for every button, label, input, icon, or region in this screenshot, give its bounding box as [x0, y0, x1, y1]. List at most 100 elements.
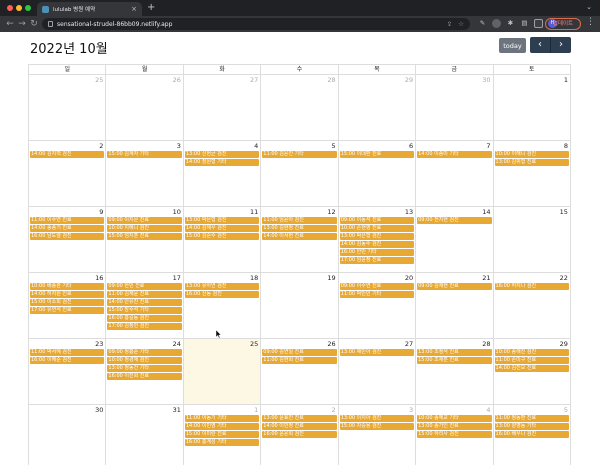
appointment-event[interactable]: 14:00 장원형 기타: [184, 159, 260, 166]
day-number[interactable]: 12: [327, 208, 335, 216]
appointment-event[interactable]: 15:00 이미란 진료: [184, 431, 260, 438]
more-menu-icon[interactable]: ⋮: [586, 17, 595, 27]
day-number[interactable]: 30: [482, 76, 490, 84]
day-number[interactable]: 17: [173, 274, 181, 282]
browser-tab[interactable]: lululab 병원 예약 ×: [37, 2, 142, 16]
day-cell[interactable]: 10 09:00 이지은 진료 10:00 지해니 검진 15:00 엄지훈 진료: [105, 207, 182, 272]
appointment-event[interactable]: 16:00 이해준 검진: [30, 357, 105, 364]
tab-search-icon[interactable]: ⌄: [586, 3, 592, 11]
appointment-event[interactable]: 09:00 김재현 진료: [417, 283, 492, 290]
appointment-event[interactable]: 10:00 송혜교 기타: [417, 415, 492, 422]
appointment-event[interactable]: 10:00 이해니 검진: [494, 151, 569, 158]
day-number[interactable]: 25: [250, 340, 258, 348]
appointment-event[interactable]: 14:00 안유진 진료: [107, 299, 182, 306]
prev-month-button[interactable]: ‹: [530, 37, 550, 53]
day-cell[interactable]: 18 13:00 유아연 검진 16:00 신동 검진: [182, 273, 260, 338]
day-number[interactable]: 14: [482, 208, 490, 216]
today-button[interactable]: today: [499, 38, 526, 53]
appointment-event[interactable]: 11:00 김현희 진료: [262, 357, 337, 364]
day-number[interactable]: 25: [95, 76, 103, 84]
day-number[interactable]: 20: [405, 274, 413, 282]
appointment-event[interactable]: 11:00 박민빈 기타: [339, 291, 415, 298]
day-cell[interactable]: 1 11:00 이동기 기타 14:00 이민영 기타 15:00 이미란 진료 16:…: [182, 405, 260, 465]
appointment-event[interactable]: 14:00 이종미 기타: [417, 151, 492, 158]
day-cell[interactable]: 5 11:00 김윤진 기타: [260, 141, 337, 206]
reading-list-icon[interactable]: ▤: [520, 19, 529, 28]
appointment-event[interactable]: 09:00 한빈 진료: [107, 283, 182, 290]
day-cell[interactable]: 19: [260, 273, 337, 338]
appointment-event[interactable]: 13:00 유아연 검진: [184, 283, 260, 290]
day-number[interactable]: 18: [250, 274, 258, 282]
appointment-event[interactable]: 10:00 지해니 검진: [107, 225, 182, 232]
day-number[interactable]: 7: [486, 142, 490, 150]
next-month-button[interactable]: ›: [550, 37, 571, 53]
appointment-event[interactable]: 15:00 조재훈 진료: [417, 357, 492, 364]
window-minimize-icon[interactable]: [16, 5, 22, 11]
appointment-event[interactable]: 13:00 채민아 검진: [339, 349, 415, 356]
appointment-event[interactable]: 16:00 홍계성 기타: [184, 439, 260, 446]
day-number[interactable]: 13: [405, 208, 413, 216]
appointment-event[interactable]: 16:00 한민 기타: [339, 249, 415, 256]
appointment-event[interactable]: 13:00 김현정 진료: [262, 225, 337, 232]
day-cell[interactable]: 1: [492, 75, 570, 140]
appointment-event[interactable]: 15:00 장수석 기타: [107, 307, 182, 314]
appointment-event[interactable]: 16:00 신동 검진: [184, 291, 260, 298]
appointment-event[interactable]: 17:00 유연석 진료: [30, 307, 105, 314]
day-cell-today[interactable]: 25: [182, 339, 261, 404]
appointment-event[interactable]: 11:00 김윤진 기타: [262, 151, 337, 158]
day-cell[interactable]: 4 10:00 송혜교 기타 13:00 송가인 진료 15:00 하리사 검진: [415, 405, 492, 465]
appointment-event[interactable]: 09:00 정흥준 기타: [107, 349, 182, 356]
day-number[interactable]: 26: [173, 76, 181, 84]
day-number[interactable]: 11: [250, 208, 258, 216]
day-cell[interactable]: 13 09:00 이동석 진료 10:00 손현영 진료 13:00 박은형 검진 14…: [337, 207, 415, 272]
day-number[interactable]: 1: [564, 76, 568, 84]
day-number[interactable]: 3: [177, 142, 181, 150]
appointment-event[interactable]: 15:00 김준수 검진: [184, 233, 260, 240]
appointment-event[interactable]: 13:00 송가인 진료: [417, 423, 492, 430]
puzzle-icon[interactable]: ✱: [506, 19, 515, 28]
appointment-event[interactable]: 16:00 윤윤희 검진: [262, 431, 337, 438]
day-number[interactable]: 27: [405, 340, 413, 348]
day-number[interactable]: 19: [327, 274, 335, 282]
day-number[interactable]: 4: [254, 142, 258, 150]
day-number[interactable]: 27: [250, 76, 258, 84]
day-number[interactable]: 16: [95, 274, 103, 282]
day-cell[interactable]: 27 13:00 채민아 검진: [337, 339, 415, 404]
appointment-event[interactable]: 13:00 신현균 검진: [184, 151, 260, 158]
share-icon[interactable]: ⇪: [447, 20, 452, 28]
day-cell[interactable]: 7 14:00 이종미 기타: [415, 141, 492, 206]
day-number[interactable]: 28: [482, 340, 490, 348]
day-cell[interactable]: 24 09:00 정흥준 기타 10:00 정경재 검진 13:00 정동건 기타 16…: [105, 339, 182, 404]
appointment-event[interactable]: 15:00 엄지훈 진료: [107, 233, 182, 240]
day-cell[interactable]: 17 09:00 한빈 진료 11:00 김재윤 진료 14:00 안유진 진료 15:…: [105, 273, 182, 338]
appointment-event[interactable]: 09:00 전지현 검진: [417, 217, 492, 224]
appointment-event[interactable]: 15:00 이대환 진료: [339, 151, 415, 158]
appointment-event[interactable]: 14:00 허지원 진료: [30, 291, 105, 298]
appointment-event[interactable]: 15:00 이소희 검진: [30, 299, 105, 306]
window-zoom-icon[interactable]: [25, 5, 31, 11]
address-bar[interactable]: sensational-strudel-86bb09.netlify.app ⇪…: [42, 18, 470, 30]
appointment-event[interactable]: 16:00 이진희 진료: [107, 373, 182, 380]
day-cell[interactable]: 25: [29, 75, 105, 140]
appointment-event[interactable]: 13:00 박은형 검진: [184, 217, 260, 224]
day-cell[interactable]: 26 09:00 김연일 진료 11:00 김현희 진료: [260, 339, 337, 404]
day-cell[interactable]: 26: [105, 75, 182, 140]
day-cell[interactable]: 6 15:00 이대환 진료: [337, 141, 415, 206]
appointment-event[interactable]: 14:00 이민영 기타: [184, 423, 260, 430]
extension-icon[interactable]: [492, 19, 501, 28]
appointment-event[interactable]: 15:00 하리사 검진: [417, 431, 492, 438]
day-number[interactable]: 2: [99, 142, 103, 150]
bookmark-star-icon[interactable]: ☆: [458, 20, 464, 28]
day-cell[interactable]: 9 11:00 이수연 진료 14:00 송종기 진료 16:00 남도렬 검진: [29, 207, 105, 272]
day-number[interactable]: 26: [327, 340, 335, 348]
day-cell[interactable]: 16 10:00 배송관 기타 14:00 허지원 진료 15:00 이소희 검진 17…: [29, 273, 105, 338]
appointment-event[interactable]: 10:00 손현영 진료: [339, 225, 415, 232]
new-tab-button[interactable]: +: [147, 3, 155, 13]
day-cell[interactable]: 22 16:00 허지나 검진: [492, 273, 570, 338]
appointment-event[interactable]: 14:00 김동수 검진: [339, 241, 415, 248]
appointment-event[interactable]: 11:00 이동기 기타: [184, 415, 260, 422]
day-number[interactable]: 29: [405, 76, 413, 84]
day-cell[interactable]: 12 11:00 임윤아 검진 13:00 김현정 진료 14:00 이서현 진료: [260, 207, 337, 272]
day-cell[interactable]: 3 13:00 이지아 검진 15:00 차승용 검진: [337, 405, 415, 465]
day-cell[interactable]: 21 09:00 김재현 진료: [415, 273, 492, 338]
